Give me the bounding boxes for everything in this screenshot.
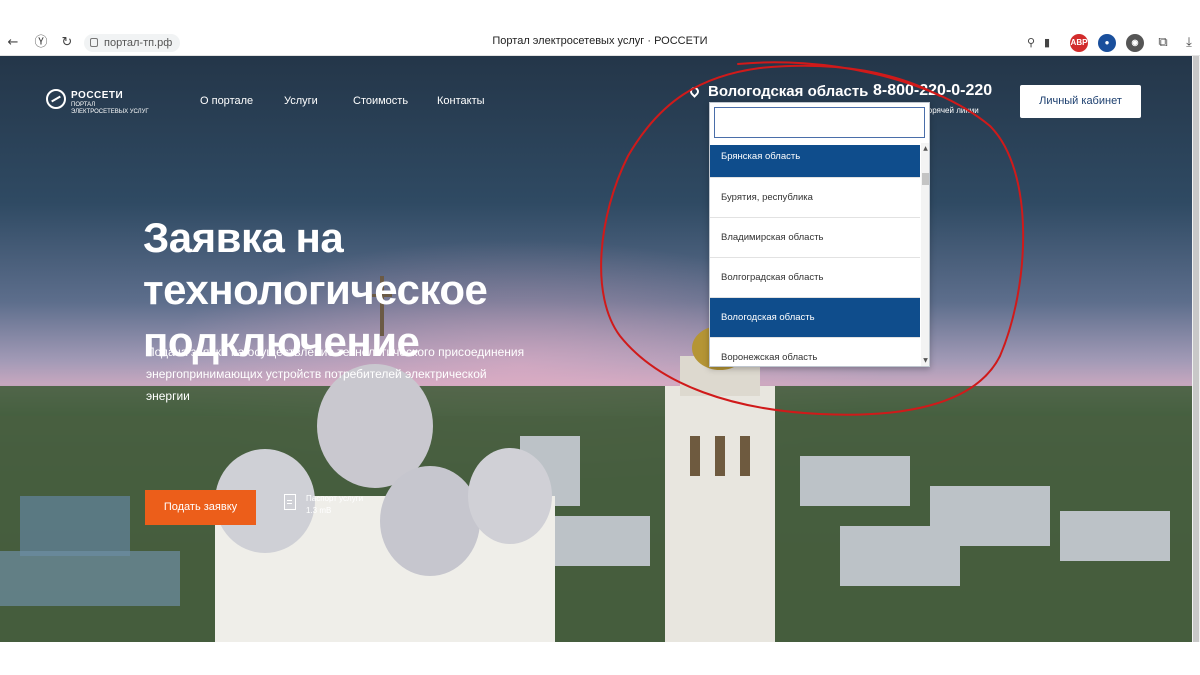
bookmark-icon[interactable]: ▮ [1038, 34, 1056, 52]
adblock-icon[interactable]: ABP [1070, 34, 1088, 52]
url-text: портал-тп.рф [104, 37, 173, 49]
vpn-icon[interactable]: ◉ [1126, 34, 1144, 52]
page-scrollbar[interactable] [1192, 56, 1200, 642]
page-bottom [0, 642, 1200, 675]
tab-title: Портал электросетевых услуг · РОССЕТИ [492, 35, 708, 47]
download-icon[interactable]: ⤓ [1180, 34, 1198, 52]
extension-icon[interactable]: ● [1098, 34, 1116, 52]
lock-icon [90, 38, 98, 47]
hero-section: РОССЕТИ ПОРТАЛ ЭЛЕКТРОСЕТЕВЫХ УСЛУГ О по… [0, 56, 1192, 642]
yandex-icon[interactable]: Ⓨ [32, 34, 50, 52]
arrow-left-icon[interactable]: ← [4, 34, 22, 52]
downloads-icon[interactable]: ⧉ [1154, 34, 1172, 52]
address-bar[interactable]: портал-тп.рф [84, 34, 181, 52]
browser-toolbar: ← Ⓨ ↻ портал-тп.рф Портал электросетевых… [0, 30, 1200, 56]
annotation-circle [600, 61, 1025, 416]
reload-icon[interactable]: ↻ [58, 34, 76, 52]
page-scroll-thumb[interactable] [1193, 56, 1199, 642]
